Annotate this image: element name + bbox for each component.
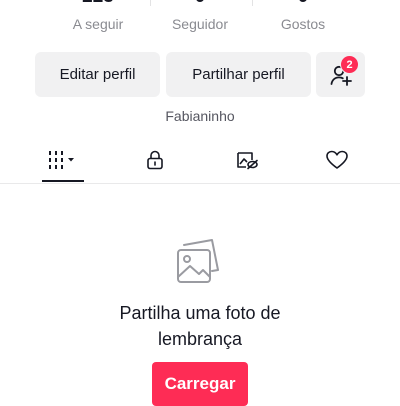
likes-label: Gostos bbox=[280, 16, 326, 32]
likes-count: 0 bbox=[253, 0, 353, 8]
lock-icon bbox=[147, 150, 163, 170]
tab-liked[interactable] bbox=[314, 138, 360, 182]
followers-count: 0 bbox=[150, 0, 250, 8]
heart-icon bbox=[326, 150, 348, 169]
tab-videos[interactable] bbox=[40, 138, 86, 182]
tab-hidden[interactable] bbox=[224, 138, 270, 182]
tab-private[interactable] bbox=[132, 138, 178, 182]
profile-tabs bbox=[0, 138, 400, 184]
profile-username: Fabianinho bbox=[165, 108, 235, 124]
following-label: A seguir bbox=[72, 16, 124, 32]
following-stat[interactable]: 223 A seguir bbox=[48, 0, 148, 32]
likes-stat[interactable]: 0 Gostos bbox=[253, 0, 353, 32]
following-count: 223 bbox=[48, 0, 148, 8]
followers-stat[interactable]: 0 Seguidor bbox=[150, 0, 250, 32]
empty-state-line-1: Partilha uma foto de bbox=[119, 303, 281, 323]
empty-state-message: Partilha uma foto de lembrança bbox=[0, 300, 400, 352]
empty-state-line-2: lembrança bbox=[157, 329, 243, 349]
profile-actions: Editar perfil Partilhar perfil 2 bbox=[0, 52, 400, 98]
add-friends-button[interactable]: 2 bbox=[316, 52, 365, 97]
photos-icon bbox=[177, 239, 219, 283]
upload-button[interactable]: Carregar bbox=[152, 362, 248, 406]
grid-icon bbox=[49, 151, 74, 169]
notification-badge: 2 bbox=[340, 55, 359, 74]
share-profile-button[interactable]: Partilhar perfil bbox=[166, 52, 311, 97]
profile-stats: 223 A seguir 0 Seguidor 0 Gostos bbox=[0, 0, 400, 38]
active-tab-indicator bbox=[42, 180, 84, 182]
edit-profile-button[interactable]: Editar perfil bbox=[35, 52, 160, 97]
empty-state-illustration bbox=[172, 236, 228, 288]
followers-label: Seguidor bbox=[171, 16, 229, 32]
hidden-photo-icon bbox=[237, 152, 258, 170]
